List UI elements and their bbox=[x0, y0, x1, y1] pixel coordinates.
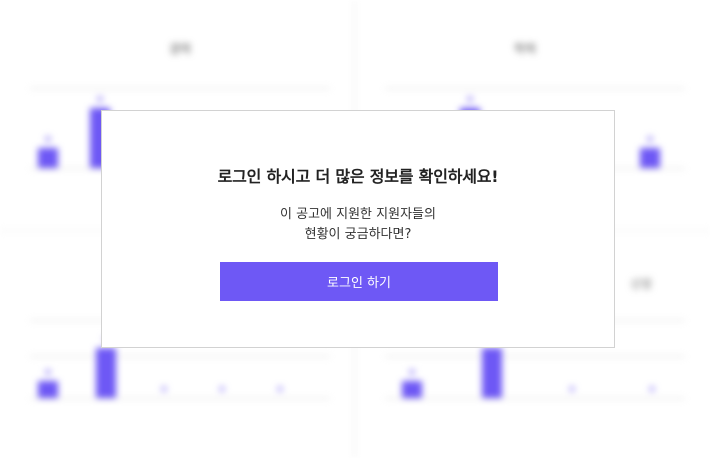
modal-description-line-1: 이 공고에 지원한 지원자들의 bbox=[280, 207, 436, 222]
chart-title: 경력 bbox=[168, 42, 192, 56]
login-button[interactable]: 로그인 하기 bbox=[220, 262, 498, 301]
chart-point bbox=[277, 386, 283, 392]
chart-bar bbox=[96, 348, 116, 398]
chart-gridline bbox=[30, 356, 330, 357]
chart-point bbox=[569, 386, 575, 392]
chart-point bbox=[161, 386, 167, 392]
modal-title: 로그인 하시고 더 많은 정보를 확인하세요! bbox=[217, 167, 499, 186]
chart-point bbox=[647, 136, 653, 142]
chart-title: 학력 bbox=[513, 42, 537, 56]
chart-gridline bbox=[30, 88, 330, 89]
chart-gridline bbox=[30, 398, 330, 399]
login-prompt-modal: 로그인 하시고 더 많은 정보를 확인하세요! 이 공고에 지원한 지원자들의 … bbox=[101, 110, 615, 348]
chart-bar bbox=[640, 148, 660, 168]
chart-point bbox=[97, 96, 103, 102]
chart-gridline bbox=[385, 398, 685, 399]
chart-bar bbox=[402, 381, 422, 398]
chart-bar bbox=[38, 148, 58, 168]
chart-point bbox=[45, 136, 51, 142]
chart-side-label: 성별 bbox=[630, 277, 653, 291]
modal-description-line-2: 현황이 궁금하다면? bbox=[304, 227, 412, 242]
chart-bar bbox=[482, 348, 502, 398]
chart-point bbox=[649, 386, 655, 392]
chart-point bbox=[409, 369, 415, 376]
chart-gridline bbox=[385, 356, 685, 357]
chart-point bbox=[467, 96, 473, 102]
chart-gridline bbox=[385, 88, 685, 89]
chart-point bbox=[219, 386, 225, 392]
chart-point bbox=[45, 369, 51, 376]
chart-bar bbox=[38, 381, 58, 398]
modal-description: 이 공고에 지원한 지원자들의 현황이 궁금하다면? bbox=[102, 205, 614, 245]
